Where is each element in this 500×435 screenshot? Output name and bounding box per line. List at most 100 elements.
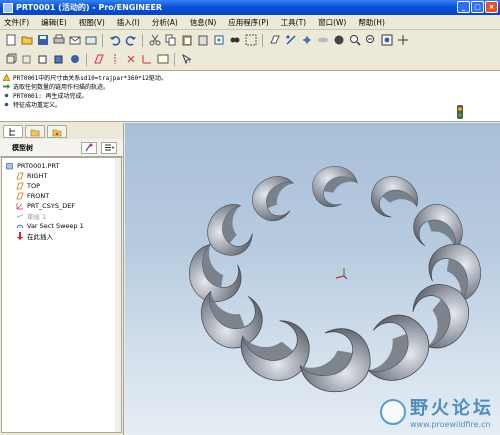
datum-axis-toggle-icon[interactable]	[284, 34, 297, 47]
tree-item-label: FRONT	[27, 192, 50, 200]
datum-planes-display-icon[interactable]	[92, 53, 105, 66]
datum-plane-toggle-icon[interactable]	[268, 34, 281, 47]
message-text: PRT0001中的尺寸由关系sd10=trajpar*360*12驱动。	[13, 75, 167, 82]
tree-scrollbar[interactable]	[115, 158, 121, 432]
sweep-blade	[312, 166, 358, 208]
datum-points-display-icon[interactable]	[124, 53, 137, 66]
favorites-icon	[52, 129, 62, 136]
datum-axes-display-icon[interactable]	[108, 53, 121, 66]
tab-favorites[interactable]	[47, 125, 67, 138]
toolbar-separator	[142, 33, 143, 47]
menu-bar: 文件(F) 编辑(E) 视图(V) 插入(I) 分析(A) 信息(N) 应用程序…	[0, 15, 500, 30]
datum-plane-icon	[16, 182, 24, 190]
toolbar-separator	[262, 33, 263, 47]
insert-arrow-icon	[17, 232, 23, 240]
shaded-model-icon[interactable]	[52, 53, 65, 66]
dot-icon	[4, 93, 9, 98]
zoom-out-icon[interactable]	[364, 34, 377, 47]
graphics-window[interactable]: 野火论坛 www.proewildfire.cn	[125, 123, 500, 435]
menu-insert[interactable]: 插入(I)	[117, 17, 140, 28]
window-title: PRT0001 (活动的) - Pro/ENGINEER	[16, 3, 163, 12]
menu-tools[interactable]: 工具(T)	[281, 17, 306, 28]
spin-center-icon[interactable]	[316, 34, 329, 47]
email-link-icon[interactable]	[84, 34, 97, 47]
paste-special-icon[interactable]	[196, 34, 209, 47]
refit-icon[interactable]	[380, 34, 393, 47]
sweep-blade	[252, 176, 294, 222]
menu-analysis[interactable]: 分析(A)	[152, 17, 178, 28]
navigator-tabs	[0, 123, 123, 139]
tree-item-root[interactable]: PRT0001.PRT	[2, 161, 121, 171]
datum-plane-icon	[16, 192, 24, 200]
toolbar-separator	[86, 52, 87, 66]
svg-text:?: ?	[188, 58, 191, 65]
tree-item-label: Var Sect Sweep 1	[27, 222, 84, 230]
tab-model-tree[interactable]	[3, 125, 23, 138]
message-line: PRT0001: 再生成功完成。	[3, 91, 497, 100]
watermark-logo-icon	[380, 398, 406, 425]
close-button[interactable]: ×	[485, 1, 498, 13]
tree-item-label: 草绘 1	[27, 213, 47, 221]
message-line: 特征成功重定义。	[3, 100, 497, 109]
open-folder-icon[interactable]	[20, 34, 33, 47]
csys-display-icon[interactable]	[140, 53, 153, 66]
tree-settings-button[interactable]	[81, 141, 97, 154]
tree-item-label: 在此插入	[27, 233, 53, 241]
shading-icon[interactable]	[332, 34, 345, 47]
list-icon	[105, 144, 114, 151]
dot-icon	[4, 102, 9, 107]
new-file-icon[interactable]	[4, 34, 17, 47]
paste-icon[interactable]	[180, 34, 193, 47]
model-tree: PRT0001.PRT RIGHT TOP FRONT PRT_CSYS_DEF…	[1, 157, 122, 433]
find-icon[interactable]	[228, 34, 241, 47]
message-text: PRT0001: 再生成功完成。	[13, 93, 88, 100]
redo-icon[interactable]	[124, 34, 137, 47]
regenerate-icon[interactable]	[212, 34, 225, 47]
print-icon[interactable]	[52, 34, 65, 47]
maximize-button[interactable]: □	[471, 1, 484, 13]
menu-window[interactable]: 窗口(W)	[318, 17, 346, 28]
menu-view[interactable]: 视图(V)	[79, 17, 105, 28]
tree-item-top[interactable]: TOP	[2, 181, 121, 191]
select-box-icon[interactable]	[244, 34, 257, 47]
email-icon[interactable]	[68, 34, 81, 47]
zoom-in-icon[interactable]	[348, 34, 361, 47]
no-hidden-icon[interactable]	[36, 53, 49, 66]
secondary-toolbar: ?	[0, 50, 500, 68]
traffic-light-icon	[457, 105, 463, 119]
view-manager-icon[interactable]	[396, 34, 409, 47]
message-line: PRT0001中的尺寸由关系sd10=trajpar*360*12驱动。	[3, 73, 497, 82]
swept-spiral-model[interactable]	[189, 166, 481, 393]
context-help-icon[interactable]: ?	[180, 53, 193, 66]
wireframe-icon[interactable]	[4, 53, 17, 66]
datum-plane-icon	[16, 172, 24, 180]
window-controls: _ □ ×	[457, 1, 498, 13]
model-tree-tools	[81, 141, 117, 154]
toolbar-separator	[102, 33, 103, 47]
menu-info[interactable]: 信息(N)	[190, 17, 216, 28]
copy-icon[interactable]	[164, 34, 177, 47]
menu-applications[interactable]: 应用程序(P)	[228, 17, 268, 28]
menu-edit[interactable]: 编辑(E)	[41, 17, 67, 28]
tree-item-right[interactable]: RIGHT	[2, 171, 121, 181]
tree-item-sketch[interactable]: 草绘 1	[2, 211, 121, 221]
settings-icon	[85, 143, 93, 152]
menu-help[interactable]: 帮助(H)	[358, 17, 385, 28]
tree-item-front[interactable]: FRONT	[2, 191, 121, 201]
minimize-button[interactable]: _	[457, 1, 470, 13]
tab-folder-browser[interactable]	[25, 125, 45, 138]
tree-item-sweep[interactable]: Var Sect Sweep 1	[2, 221, 121, 231]
folder-icon	[30, 129, 40, 136]
tree-item-insert-here[interactable]: 在此插入	[2, 231, 121, 241]
tree-item-csys[interactable]: PRT_CSYS_DEF	[2, 201, 121, 211]
hidden-line-icon[interactable]	[20, 53, 33, 66]
menu-file[interactable]: 文件(F)	[4, 17, 29, 28]
undo-icon[interactable]	[108, 34, 121, 47]
save-icon[interactable]	[36, 34, 49, 47]
tree-show-button[interactable]	[101, 141, 117, 154]
app-icon	[3, 2, 13, 13]
annotation-display-icon[interactable]	[156, 53, 169, 66]
cut-icon[interactable]	[148, 34, 161, 47]
shaded-sphere-icon[interactable]	[68, 53, 81, 66]
datum-point-toggle-icon[interactable]	[300, 34, 313, 47]
